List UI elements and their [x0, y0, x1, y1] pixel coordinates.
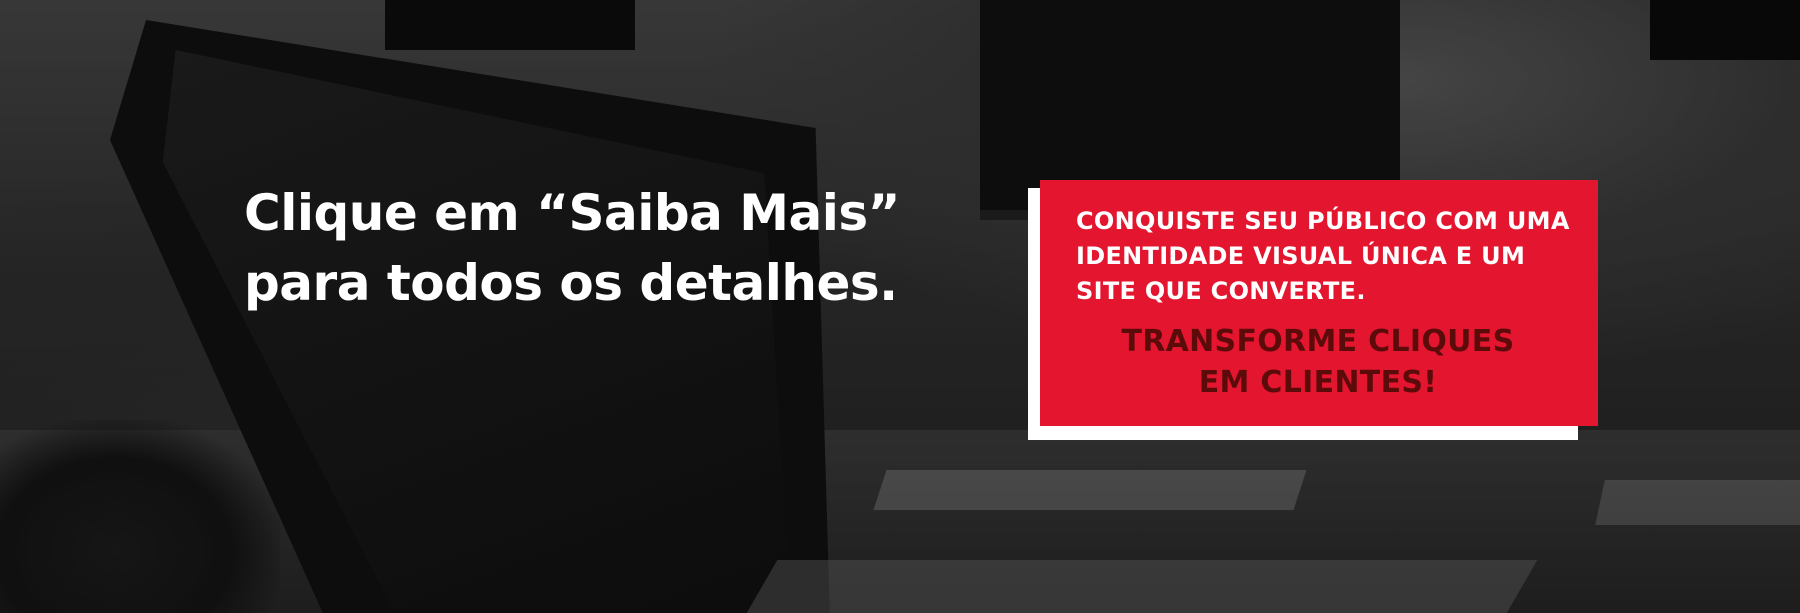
cta-card: CONQUISTE SEU PÚBLICO COM UMA IDENTIDADE…	[1040, 180, 1598, 426]
card-message-line-3: SITE QUE CONVERTE.	[1076, 277, 1366, 305]
card-cta-text: TRANSFORME CLIQUES EM CLIENTES!	[1076, 321, 1568, 403]
card-cta-line-1: TRANSFORME CLIQUES	[1121, 324, 1515, 359]
card-message-line-2: IDENTIDADE VISUAL ÚNICA E UM	[1076, 242, 1526, 270]
headline-line-2: para todos os detalhes.	[244, 254, 898, 312]
headline-line-1: Clique em “Saiba Mais”	[244, 184, 901, 242]
card-message-line-1: CONQUISTE SEU PÚBLICO COM UMA	[1076, 207, 1570, 235]
card-message: CONQUISTE SEU PÚBLICO COM UMA IDENTIDADE…	[1076, 204, 1570, 309]
promo-banner: Clique em “Saiba Mais” para todos os det…	[0, 0, 1800, 613]
card-cta-line-2: EM CLIENTES!	[1198, 365, 1438, 400]
headline: Clique em “Saiba Mais” para todos os det…	[244, 178, 901, 318]
